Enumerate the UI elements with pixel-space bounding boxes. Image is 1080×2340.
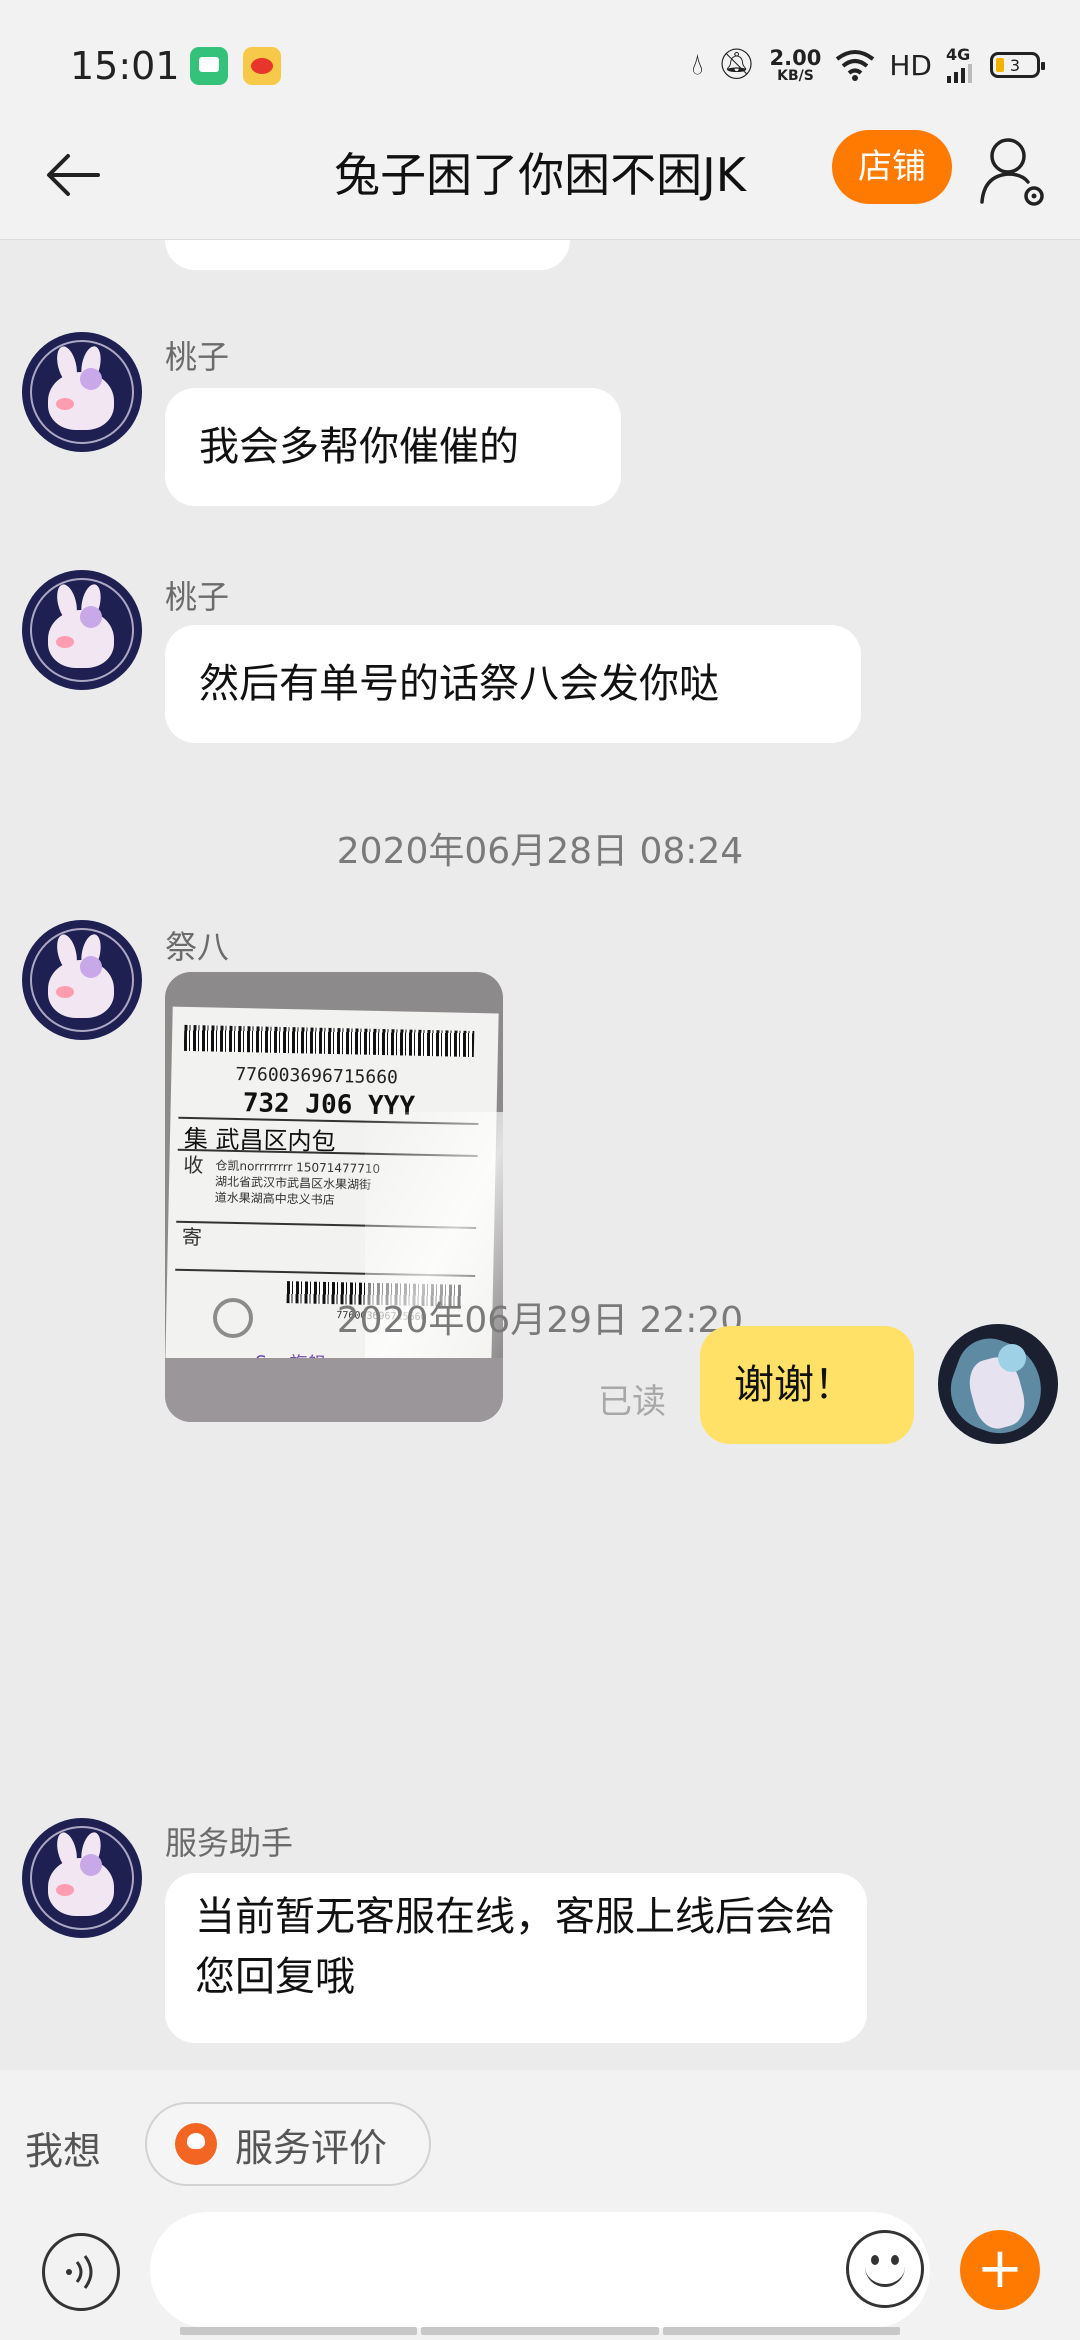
gesture-segment [662, 2327, 900, 2335]
quick-reply-label: 我想 [25, 2129, 102, 2173]
sender-name: 桃子 [165, 338, 230, 376]
emoji-mouth [865, 2267, 905, 2287]
gesture-segment [421, 2327, 659, 2335]
emoji-eye [871, 2255, 879, 2265]
shop-button[interactable]: 店铺 [832, 130, 952, 204]
voice-icon [66, 2255, 93, 2289]
avatar-blush [56, 636, 74, 648]
avatar-blush [56, 986, 74, 998]
label-receive: 收 [183, 1152, 204, 1178]
sender-name: 桃子 [165, 578, 230, 616]
chat-title: 兔子困了你困不困JK [334, 148, 746, 202]
battery-level: 3 [1009, 55, 1021, 75]
avatar-flower [80, 1854, 102, 1876]
gesture-segment [180, 2327, 418, 2335]
status-icons: 💧︎ 🔕︎ 2.00 KB/S HD 4G 3 [691, 40, 1045, 90]
avatar-blush [56, 398, 74, 410]
net-speed-value: 2.00 [769, 45, 822, 70]
avatar-flower [80, 368, 102, 390]
my-avatar[interactable] [938, 1324, 1058, 1444]
message-bubble[interactable]: 然后有单号的话祭八会发你哒 [165, 625, 861, 743]
previous-message-bubble[interactable] [165, 240, 570, 270]
back-button[interactable] [40, 140, 110, 210]
chat-header: 兔子困了你困不困JK 店铺 [0, 110, 1080, 240]
battery-fill [996, 58, 1004, 72]
avatar-accent [998, 1344, 1026, 1372]
water-drop-icon: 💧︎ [691, 47, 704, 82]
image-message[interactable]: 776003696715660 732 J06 YYY 集 武昌区内包 收 仓凯… [165, 972, 503, 1422]
message-timestamp: 2020年06月28日 08:24 [336, 831, 744, 872]
profile-settings-icon [980, 138, 1044, 206]
barcode [183, 1024, 475, 1057]
emoji-button[interactable] [846, 2230, 924, 2308]
avatar[interactable] [22, 1818, 142, 1938]
signal-bars-icon [947, 64, 972, 83]
label-address-line: 道水果湖高中忠义书店 [214, 1190, 335, 1208]
network-type: 4G [946, 45, 971, 64]
avatar-flower [80, 956, 102, 978]
mute-icon: 🔕︎ [717, 47, 756, 82]
message-input[interactable] [150, 2212, 930, 2328]
signal-icon: 4G [946, 47, 976, 83]
status-time: 15:01 [70, 44, 180, 88]
avatar[interactable] [22, 570, 142, 690]
input-bar: 我想 服务评价 + [0, 2070, 1080, 2340]
avatar-blush [56, 1884, 74, 1896]
hd-label: HD [889, 48, 932, 82]
tracking-number: 776003696715660 [235, 1063, 399, 1089]
service-rating-chip[interactable]: 服务评价 [145, 2102, 431, 2186]
plus-icon: + [976, 2236, 1024, 2301]
gesture-bar [180, 2327, 900, 2335]
chat-messages[interactable]: 桃子 我会多帮你催催的 桃子 然后有单号的话祭八会发你哒 2020年06月28日… [0, 240, 1080, 2070]
avatar-flower [80, 606, 102, 628]
chip-label: 服务评价 [235, 2125, 388, 2170]
sender-name: 祭八 [165, 928, 230, 966]
avatar[interactable] [22, 332, 142, 452]
avatar[interactable] [22, 920, 142, 1040]
net-speed-unit: KB/S [777, 67, 814, 84]
flower-icon [175, 2123, 217, 2165]
weibo-icon [243, 47, 281, 85]
voice-button[interactable] [42, 2233, 120, 2311]
status-bar: 15:01 💧︎ 🔕︎ 2.00 KB/S HD 4G 3 [0, 0, 1080, 110]
my-message-bubble[interactable]: 谢谢！ [700, 1326, 914, 1444]
sender-name: 服务助手 [165, 1824, 294, 1862]
message-timestamp: 2020年06月29日 22:20 [336, 1300, 744, 1341]
profile-settings-button[interactable] [978, 132, 1050, 212]
message-bubble[interactable]: 当前暂无客服在线，客服上线后会给您回复哦 [165, 1873, 867, 2043]
battery-icon: 3 [990, 52, 1045, 78]
back-arrow-icon [47, 154, 100, 196]
chat-app-icon [190, 47, 228, 85]
net-speed: 2.00 KB/S [769, 45, 822, 84]
label-send: 寄 [181, 1224, 203, 1250]
plus-button[interactable]: + [960, 2230, 1040, 2310]
wifi-icon [836, 50, 875, 81]
emoji-eye [891, 2255, 899, 2265]
read-status: 已读 [598, 1382, 666, 1422]
message-bubble[interactable]: 我会多帮你催催的 [165, 388, 621, 506]
photo-bottom-edge [165, 1358, 503, 1422]
